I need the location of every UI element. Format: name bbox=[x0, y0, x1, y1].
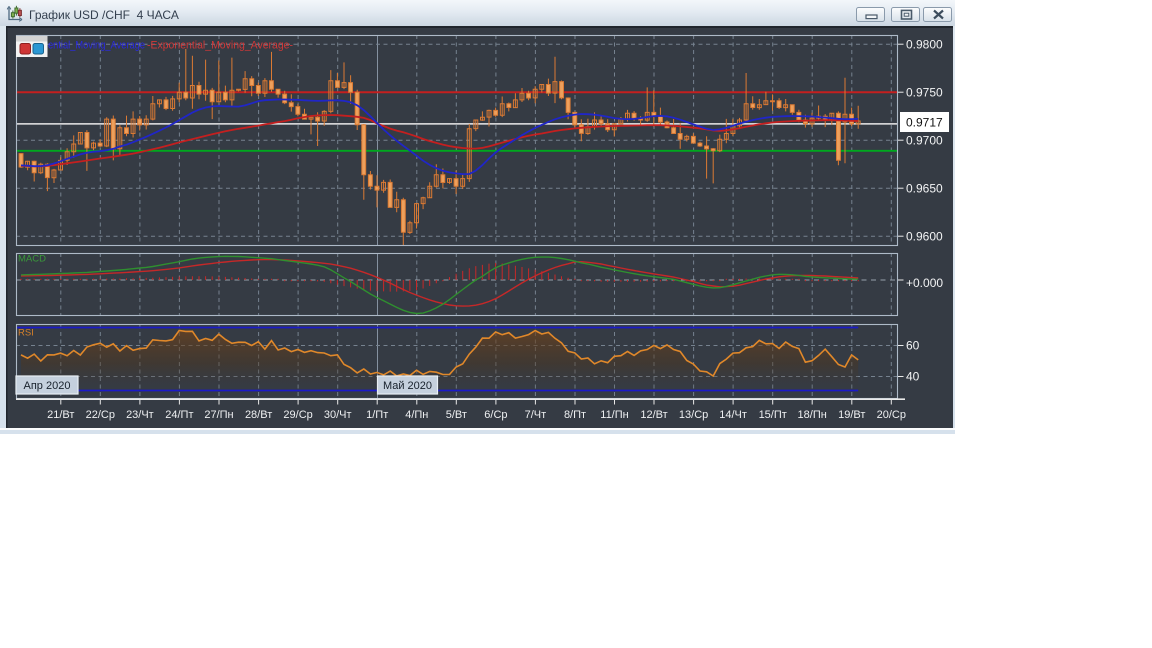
svg-text:4/Пн: 4/Пн bbox=[405, 409, 428, 421]
svg-text:RSI: RSI bbox=[18, 328, 34, 339]
svg-text:13/Ср: 13/Ср bbox=[679, 409, 708, 421]
svg-text:0.9700: 0.9700 bbox=[906, 133, 943, 147]
svg-text:0.9650: 0.9650 bbox=[906, 181, 943, 195]
svg-text:29/Ср: 29/Ср bbox=[283, 409, 312, 421]
svg-text:0.9717: 0.9717 bbox=[906, 116, 943, 130]
svg-text:Май 2020: Май 2020 bbox=[383, 380, 432, 392]
svg-text:15/Пт: 15/Пт bbox=[759, 409, 787, 421]
svg-text:-Exponential_Moving_Average-: -Exponential_Moving_Average- bbox=[147, 40, 293, 52]
svg-text:18/Пн: 18/Пн bbox=[798, 409, 827, 421]
svg-text:+0.000: +0.000 bbox=[906, 276, 943, 290]
svg-text:27/Пн: 27/Пн bbox=[204, 409, 233, 421]
svg-text:19/Вт: 19/Вт bbox=[838, 409, 865, 421]
svg-text:14/Чт: 14/Чт bbox=[719, 409, 747, 421]
svg-text:0.9750: 0.9750 bbox=[906, 85, 943, 99]
svg-text:6/Ср: 6/Ср bbox=[484, 409, 507, 421]
svg-text:21/Вт: 21/Вт bbox=[47, 409, 74, 421]
svg-text:MACD: MACD bbox=[18, 254, 46, 265]
svg-text:20/Ср: 20/Ср bbox=[877, 409, 906, 421]
svg-text:30/Чт: 30/Чт bbox=[324, 409, 352, 421]
svg-text:11/Пн: 11/Пн bbox=[600, 409, 628, 421]
svg-text:5/Вт: 5/Вт bbox=[446, 409, 467, 421]
svg-text:12/Вт: 12/Вт bbox=[640, 409, 667, 421]
svg-text:23/Чт: 23/Чт bbox=[126, 409, 154, 421]
svg-text:0.9800: 0.9800 bbox=[906, 37, 943, 51]
svg-text:28/Вт: 28/Вт bbox=[245, 409, 272, 421]
svg-text:Апр 2020: Апр 2020 bbox=[24, 380, 71, 392]
svg-text:24/Пт: 24/Пт bbox=[165, 409, 193, 421]
svg-text:40: 40 bbox=[906, 370, 920, 384]
svg-text:7/Чт: 7/Чт bbox=[525, 409, 547, 421]
svg-text:ential_Moving_Average: ential_Moving_Average bbox=[48, 40, 145, 52]
svg-text:22/Ср: 22/Ср bbox=[86, 409, 115, 421]
svg-text:1/Пт: 1/Пт bbox=[366, 409, 388, 421]
svg-text:60: 60 bbox=[906, 339, 920, 353]
svg-text:8/Пт: 8/Пт bbox=[564, 409, 586, 421]
svg-text:0.9600: 0.9600 bbox=[906, 229, 943, 243]
